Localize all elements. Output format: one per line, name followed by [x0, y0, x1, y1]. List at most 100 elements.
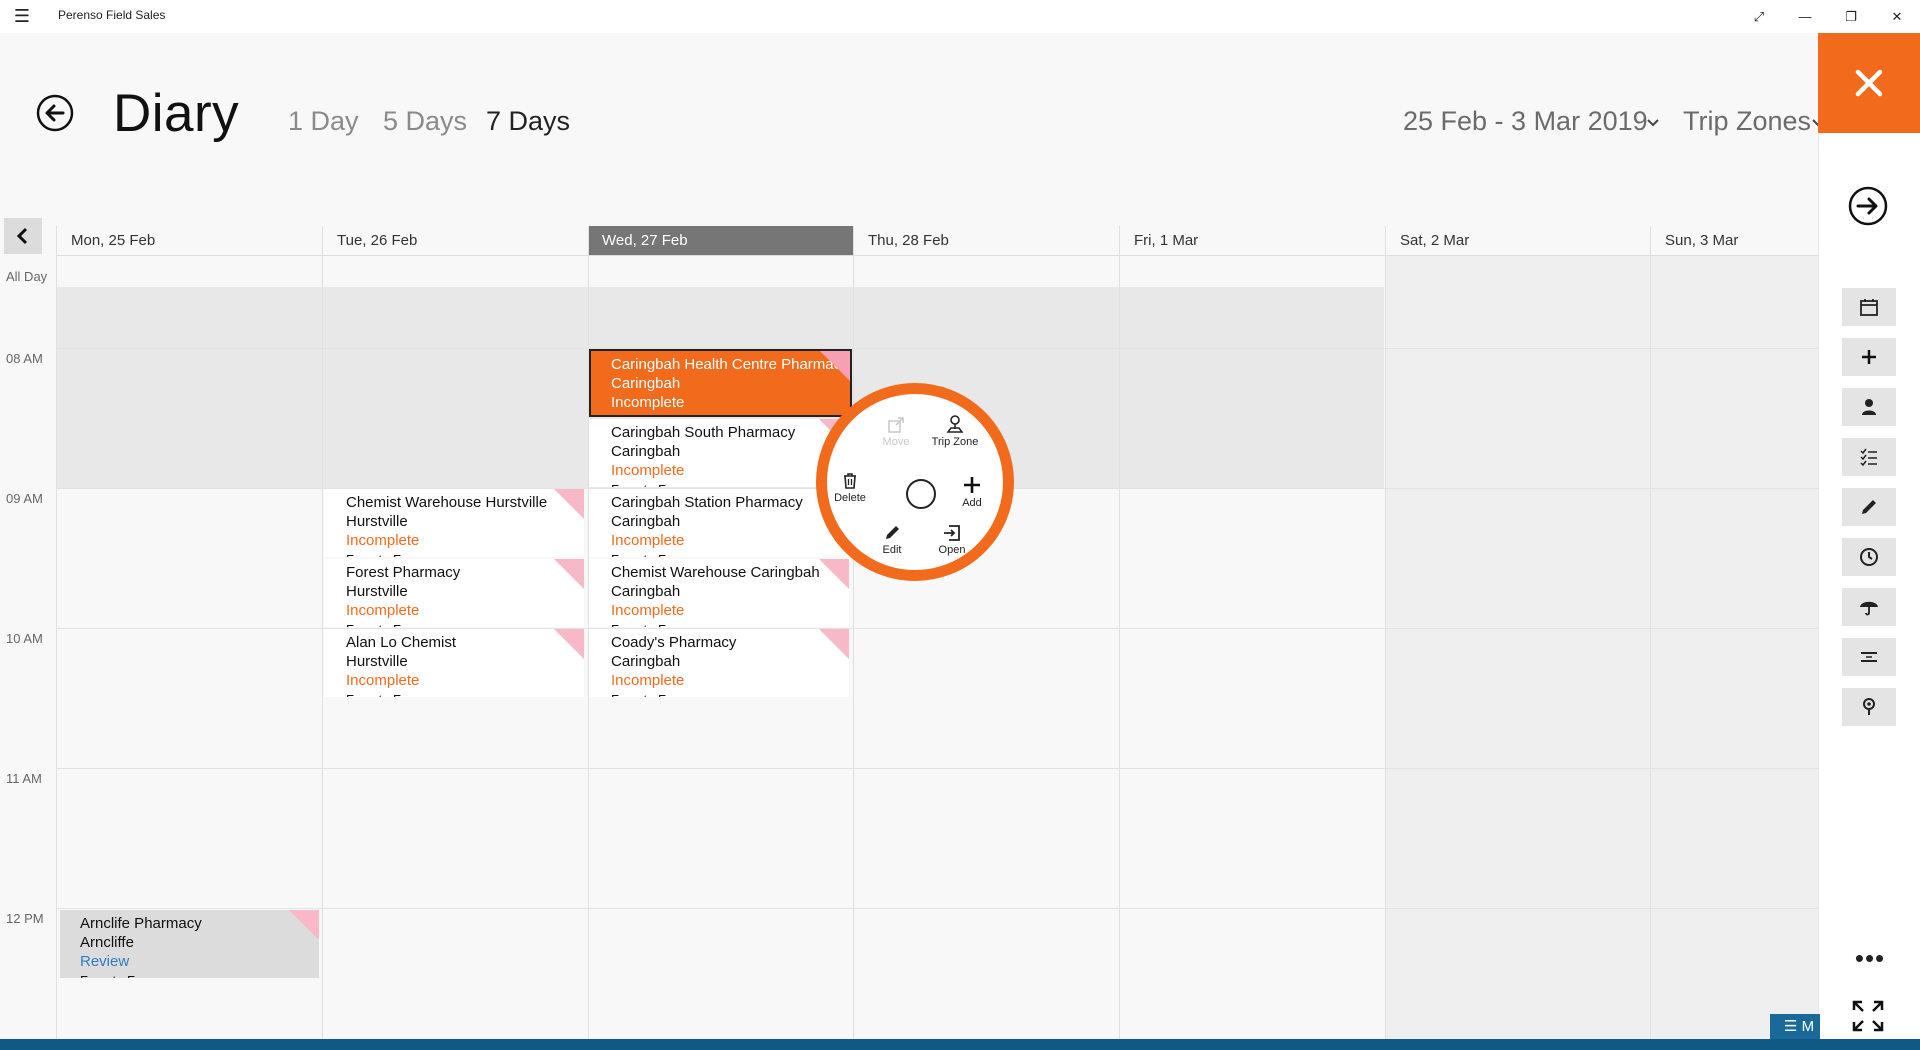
radial-edit-label: Edit [882, 544, 902, 556]
radial-add-label: Add [962, 497, 982, 509]
checklist-tool-button[interactable] [1842, 438, 1896, 476]
appointment-name: Coady's Pharmacy [611, 634, 737, 651]
plus-icon [964, 477, 980, 493]
priority-corner [554, 489, 584, 519]
appointment-type: Face to Face [80, 971, 319, 978]
appointment-card[interactable]: Caringbah Station Pharmacy Caringbah Inc… [589, 489, 849, 557]
tab-5-days[interactable]: 5 Days [383, 106, 467, 137]
time-tool-button[interactable] [1842, 538, 1896, 576]
person-tool-button[interactable] [1842, 388, 1896, 426]
radial-center-button[interactable] [906, 479, 936, 509]
trip-zone-pin-icon [946, 415, 964, 433]
leave-tool-button[interactable] [1842, 588, 1896, 626]
weekend-shade-sat [1385, 256, 1650, 1039]
priority-corner [289, 910, 319, 940]
back-button[interactable] [36, 94, 74, 132]
appointment-card[interactable]: Caringbah Health Centre Pharmacy Caringb… [589, 349, 852, 417]
appointment-card[interactable]: Forest Pharmacy Hurstville Incomplete Fa… [324, 559, 584, 627]
appointment-name: Forest Pharmacy [346, 564, 461, 581]
day-header-wed[interactable]: Wed, 27 Feb [588, 226, 853, 256]
day-header-sun[interactable]: Sun, 3 Mar [1650, 226, 1818, 256]
add-tool-button[interactable] [1842, 338, 1896, 376]
forward-button[interactable] [1847, 185, 1889, 227]
appointment-card[interactable]: Chemist Warehouse Caringbah Caringbah In… [589, 559, 849, 627]
appointment-status: Incomplete [611, 672, 685, 689]
day-header-sat[interactable]: Sat, 2 Mar [1385, 226, 1650, 256]
day-header-mon[interactable]: Mon, 25 Feb [56, 226, 322, 256]
bottom-app-bar [0, 1039, 1920, 1050]
appointment-suburb: Hurstville [346, 513, 408, 530]
radial-move-button[interactable]: Move [866, 416, 926, 448]
right-toolbar: ••• [1818, 133, 1920, 1050]
chevron-left-icon [16, 227, 28, 245]
expand-button[interactable] [1851, 999, 1885, 1033]
time-label-09am: 09 AM [6, 491, 43, 506]
radial-open-button[interactable]: Open [922, 524, 982, 556]
appointment-card[interactable]: Alan Lo Chemist Hurstville Incomplete Fa… [324, 629, 584, 697]
appointment-type: Face to Face [346, 690, 584, 697]
hamburger-menu-icon[interactable]: ☰ [12, 6, 32, 26]
day-header-thu[interactable]: Thu, 28 Feb [853, 226, 1119, 256]
add-icon [1862, 350, 1876, 364]
edit-tool-button[interactable] [1842, 488, 1896, 526]
tab-7-days[interactable]: 7 Days [486, 106, 570, 137]
trash-icon [844, 473, 856, 489]
appointment-suburb: Caringbah [611, 513, 681, 530]
open-icon [944, 525, 960, 541]
appointment-name: Arnclife Pharmacy [80, 915, 202, 932]
appointment-type: Face to Face [611, 412, 850, 415]
radial-trip-zone-button[interactable]: Trip Zone [925, 414, 985, 448]
appointment-type: Face to Face [611, 690, 849, 697]
priority-corner [819, 559, 849, 589]
calendar-tool-button[interactable] [1842, 288, 1896, 326]
radial-delete-button[interactable]: Delete [820, 472, 880, 504]
radial-edit-button[interactable]: Edit [862, 524, 922, 556]
appointment-card[interactable]: Caringbah South Pharmacy Caringbah Incom… [589, 419, 849, 487]
appointment-suburb: Caringbah [611, 583, 681, 600]
page-title: Diary [113, 84, 240, 143]
radial-delete-label: Delete [834, 492, 866, 504]
appointment-card[interactable]: Chemist Warehouse Hurstville Hurstville … [324, 489, 584, 557]
close-icon [1855, 69, 1883, 97]
person-icon [1862, 399, 1876, 415]
date-range-selector[interactable]: 25 Feb - 3 Mar 2019 [1403, 106, 1648, 137]
split-tool-button[interactable] [1842, 638, 1896, 676]
appointment-suburb: Hurstville [346, 583, 408, 600]
priority-corner [554, 629, 584, 659]
radial-context-menu: Move Trip Zone Delete Add Edit Open [816, 383, 1014, 581]
more-options-button[interactable]: ••• [1849, 945, 1891, 973]
time-label-08am: 08 AM [6, 351, 43, 366]
time-label-10am: 10 AM [6, 631, 43, 646]
priority-corner [820, 351, 850, 381]
appointment-status: Incomplete [611, 532, 685, 549]
split-icon [1861, 652, 1877, 662]
appointment-name: Caringbah South Pharmacy [611, 424, 796, 441]
appointment-card[interactable]: Coady's Pharmacy Caringbah Incomplete Fa… [589, 629, 849, 697]
tab-1-day[interactable]: 1 Day [288, 106, 359, 137]
radial-trip-zone-label: Trip Zone [931, 436, 979, 448]
umbrella-icon [1860, 601, 1878, 616]
close-panel-button[interactable] [1818, 33, 1920, 133]
full-screen-button[interactable]: ⤢ [1736, 0, 1782, 33]
expand-icon [1852, 1000, 1884, 1032]
chevron-down-icon[interactable] [1643, 113, 1663, 133]
appointment-suburb: Arncliffe [80, 934, 134, 951]
appointment-card[interactable]: Arnclife Pharmacy Arncliffe Review Face … [60, 910, 319, 978]
appointment-status: Incomplete [611, 462, 685, 479]
title-bar: ☰ Perenso Field Sales ⤢ — ❐ ✕ [0, 0, 1920, 33]
close-window-button[interactable]: ✕ [1874, 0, 1920, 33]
pencil-icon [886, 526, 899, 539]
radial-add-button[interactable]: Add [942, 475, 1002, 509]
day-header-fri[interactable]: Fri, 1 Mar [1119, 226, 1385, 256]
appointment-suburb: Caringbah [611, 653, 681, 670]
appointment-suburb: Hurstville [346, 653, 408, 670]
bottom-menu-tab[interactable]: ☰ M [1770, 1014, 1820, 1040]
hour-line [56, 628, 1818, 629]
previous-week-button[interactable] [4, 218, 42, 254]
day-header-tue[interactable]: Tue, 26 Feb [322, 226, 588, 256]
trip-zones-selector[interactable]: Trip Zones [1683, 106, 1811, 137]
maximize-button[interactable]: ❐ [1828, 0, 1874, 33]
location-tool-button[interactable] [1842, 688, 1896, 726]
pencil-icon [1862, 500, 1876, 514]
minimize-button[interactable]: — [1782, 0, 1828, 33]
